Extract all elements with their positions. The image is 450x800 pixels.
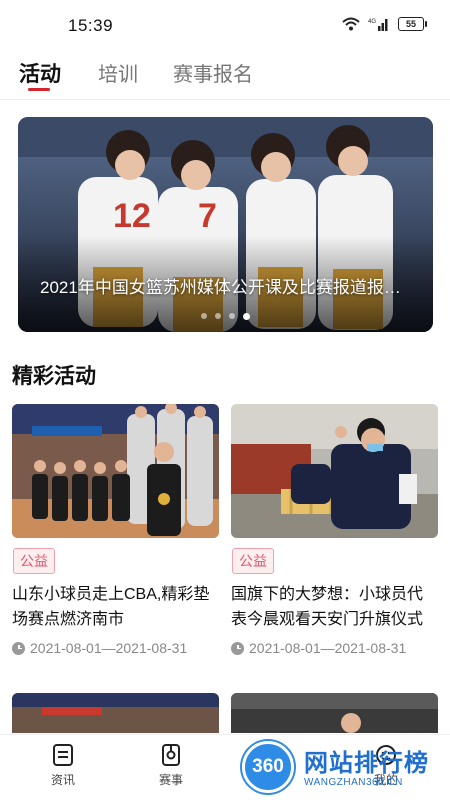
carousel-dot[interactable] bbox=[201, 313, 207, 319]
battery-icon: 55 bbox=[398, 17, 427, 31]
carousel-dot[interactable] bbox=[229, 313, 235, 319]
clock-icon bbox=[231, 641, 244, 655]
signal-4g-icon: 4G bbox=[368, 19, 388, 31]
nav-match-label: 赛事 bbox=[158, 773, 183, 787]
banner-carousel[interactable]: 12 7 2021年中国女篮苏州媒体公开课及比赛报道报… bbox=[18, 117, 433, 332]
date-range: 2021-08-01—2021-08-31 bbox=[249, 640, 407, 656]
status-bar: 15:39 4G 55 bbox=[0, 0, 450, 48]
nav-news[interactable]: 资讯 bbox=[33, 743, 93, 788]
tab-registration[interactable]: 赛事报名 bbox=[173, 58, 253, 87]
clock-icon bbox=[12, 641, 25, 655]
activity-card-image bbox=[12, 404, 219, 538]
watermark-sub: WANGZHAN360.CN bbox=[304, 777, 403, 788]
activity-card-title[interactable]: 山东小球员走上CBA,精彩垫场赛点燃济南市 bbox=[12, 582, 219, 632]
watermark-text: 网站排行榜 bbox=[304, 750, 429, 777]
banner-caption: 2021年中国女篮苏州媒体公开课及比赛报道报… bbox=[40, 278, 401, 297]
activity-card-date: 2021-08-01—2021-08-31 bbox=[231, 640, 438, 656]
nav-match[interactable]: 赛事 bbox=[141, 743, 201, 788]
banner-photo: 12 7 bbox=[18, 117, 433, 332]
wifi-icon bbox=[342, 17, 360, 31]
status-icons: 4G 55 bbox=[342, 17, 427, 31]
watermark: 360 网站排行榜 WANGZHAN360.CN bbox=[238, 735, 450, 800]
tab-training[interactable]: 培训 bbox=[98, 58, 138, 87]
carousel-dots bbox=[18, 313, 433, 320]
activity-card-image bbox=[231, 404, 438, 538]
section-title: 精彩活动 bbox=[12, 365, 96, 388]
activity-card-image-partial[interactable] bbox=[231, 693, 438, 733]
activity-card[interactable]: 公益 山东小球员走上CBA,精彩垫场赛点燃济南市 2021-08-01—2021… bbox=[12, 404, 219, 656]
date-range: 2021-08-01—2021-08-31 bbox=[30, 640, 188, 656]
activity-card-date: 2021-08-01—2021-08-31 bbox=[12, 640, 219, 656]
status-time: 15:39 bbox=[68, 16, 114, 35]
category-tag: 公益 bbox=[13, 548, 55, 574]
activity-card-title[interactable]: 国旗下的大梦想：小球员代表今晨观看天安门升旗仪式 bbox=[231, 582, 438, 632]
news-icon bbox=[53, 744, 73, 766]
battery-level: 55 bbox=[405, 19, 416, 29]
match-icon bbox=[162, 744, 180, 766]
activity-card[interactable]: 公益 国旗下的大梦想：小球员代表今晨观看天安门升旗仪式 2021-08-01—2… bbox=[231, 404, 438, 656]
active-tab-indicator bbox=[28, 88, 50, 91]
nav-news-label: 资讯 bbox=[50, 773, 75, 787]
tab-activity[interactable]: 活动 bbox=[19, 58, 61, 88]
svg-text:4G: 4G bbox=[368, 19, 376, 25]
carousel-dot-active[interactable] bbox=[243, 313, 250, 320]
top-tabs: 活动 培训 赛事报名 bbox=[0, 52, 450, 100]
carousel-dot[interactable] bbox=[215, 313, 221, 319]
category-tag: 公益 bbox=[232, 548, 274, 574]
activity-card-image-partial[interactable] bbox=[12, 693, 219, 733]
watermark-logo: 360 bbox=[242, 741, 294, 793]
